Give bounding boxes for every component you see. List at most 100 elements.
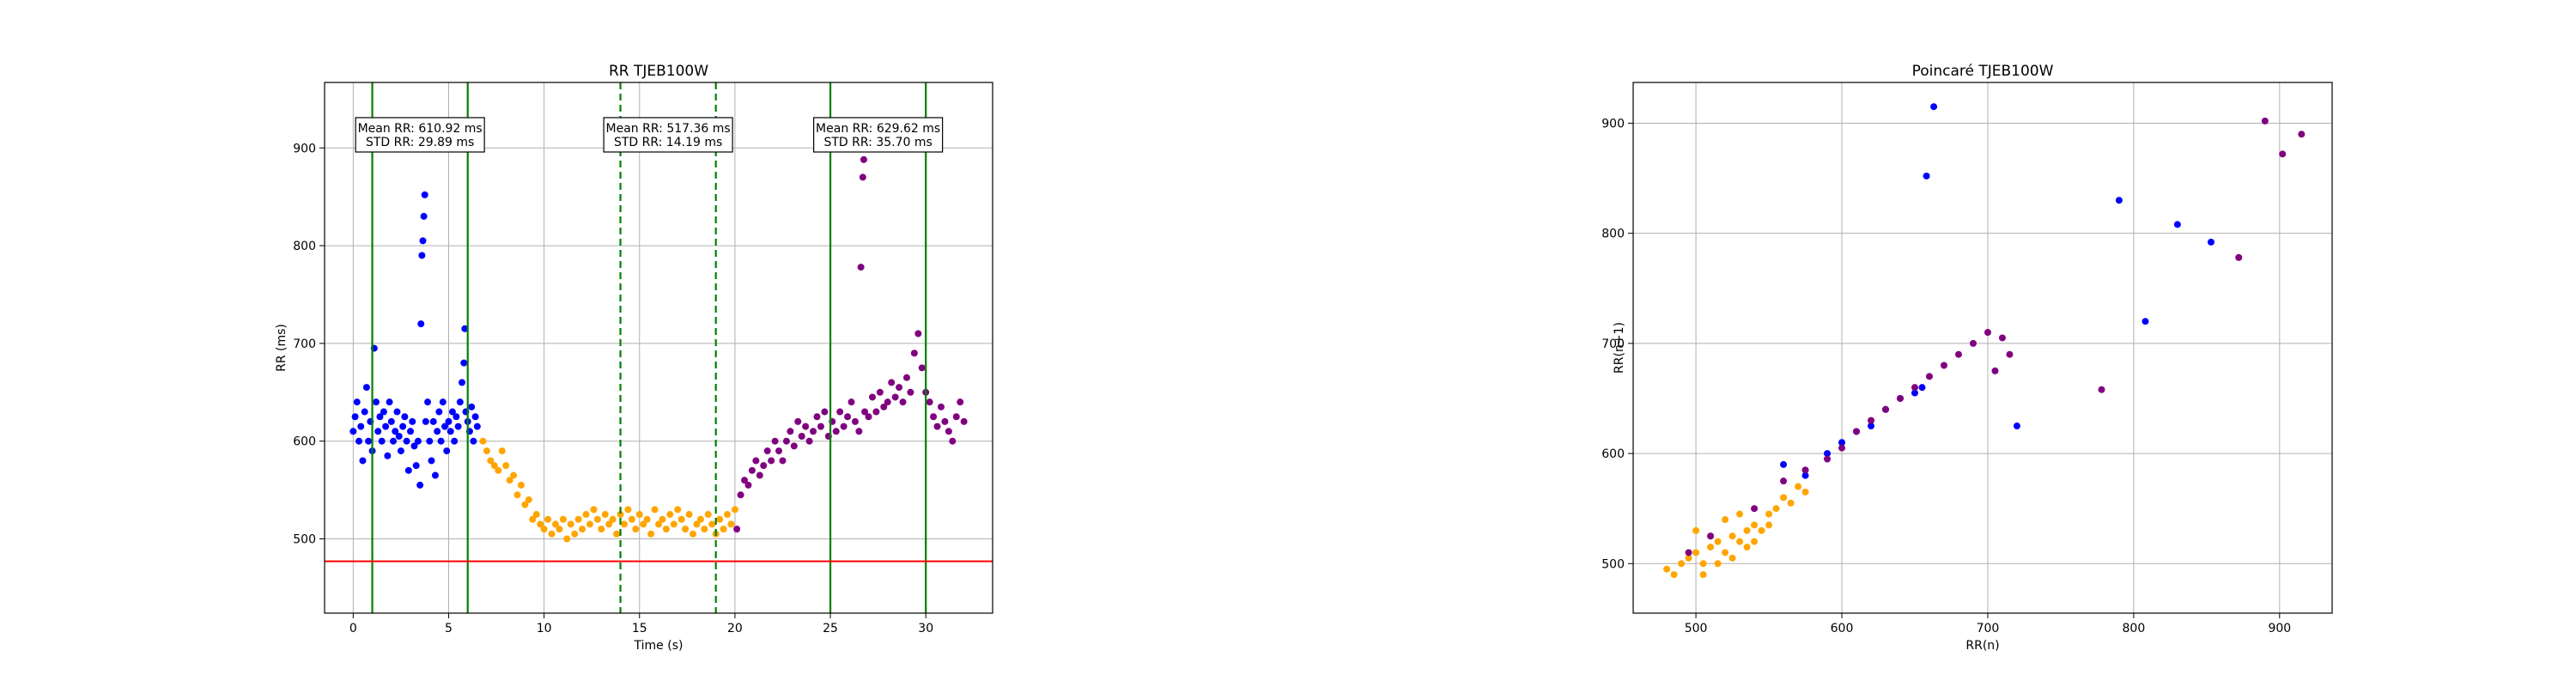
- rr-data-point: [373, 398, 380, 406]
- poincare-data-point: [1925, 373, 1933, 380]
- std-rr-text: STD RR: 35.70 ms: [823, 136, 932, 149]
- rr-data-point: [362, 384, 370, 392]
- poincare-data-point: [1736, 510, 1744, 518]
- rr-data-point: [930, 413, 938, 421]
- rr-data-point: [434, 428, 441, 435]
- rr-data-point: [380, 408, 387, 416]
- rr-data-point: [393, 408, 401, 416]
- rr-data-point: [771, 437, 779, 445]
- rr-data-point: [763, 447, 771, 455]
- poincare-data-point: [2013, 423, 2020, 430]
- rr-data-point: [756, 471, 763, 479]
- poincare-data-point: [1699, 560, 1707, 568]
- rr-data-point: [659, 515, 666, 523]
- poincare-y-tick-label: 800: [1601, 228, 1625, 241]
- rr-data-point: [435, 408, 443, 416]
- rr-y-tick-label: 600: [293, 435, 316, 449]
- poincare-data-point: [2298, 131, 2306, 138]
- rr-data-point: [395, 433, 403, 440]
- rr-data-point: [586, 520, 593, 528]
- poincare-data-point: [1801, 466, 1809, 474]
- rr-data-point: [473, 423, 481, 430]
- rr-x-tick-label: 15: [632, 622, 647, 635]
- rr-data-point: [571, 530, 579, 538]
- rr-data-point: [559, 515, 567, 523]
- rr-data-point: [960, 417, 968, 425]
- rr-data-point: [426, 437, 434, 445]
- poincare-data-point: [1969, 339, 1977, 347]
- poincare-data-point: [1663, 565, 1671, 573]
- rr-data-point: [403, 437, 410, 445]
- poincare-data-point: [1707, 544, 1715, 551]
- rr-data-point: [502, 462, 510, 470]
- rr-data-point: [798, 433, 805, 440]
- rr-data-point: [704, 511, 712, 519]
- poincare-data-point: [2098, 386, 2105, 393]
- rr-data-point: [556, 526, 563, 533]
- rr-data-point: [598, 526, 605, 533]
- rr-data-point: [439, 398, 447, 406]
- rr-data-point: [445, 417, 453, 425]
- rr-data-point: [907, 388, 914, 396]
- rr-data-point: [840, 423, 848, 430]
- poincare-data-point: [1765, 521, 1773, 529]
- poincare-x-tick-label: 900: [2268, 622, 2291, 635]
- rr-data-point: [479, 437, 487, 445]
- rr-data-point: [941, 417, 949, 425]
- rr-data-point: [949, 437, 957, 445]
- rr-data-point: [447, 428, 454, 435]
- rr-data-point: [437, 437, 445, 445]
- poincare-data-point: [1867, 416, 1874, 424]
- rr-data-point: [933, 423, 941, 430]
- poincare-data-point: [1751, 505, 1759, 513]
- rr-data-point: [414, 437, 422, 445]
- poincare-data-point: [1670, 571, 1678, 579]
- rr-data-point: [635, 511, 643, 519]
- rr-data-point: [397, 447, 404, 455]
- rr-data-point: [888, 379, 896, 386]
- rr-data-point: [353, 398, 361, 406]
- rr-data-point: [787, 428, 794, 435]
- rr-data-point: [855, 428, 863, 435]
- poincare-data-point: [2279, 150, 2287, 158]
- rr-data-point: [891, 393, 899, 401]
- rr-data-point: [813, 413, 821, 421]
- poincare-data-point: [1881, 405, 1889, 413]
- rr-data-point: [760, 462, 768, 470]
- rr-data-point: [613, 530, 621, 538]
- rr-data-point: [540, 526, 548, 533]
- std-rr-text: STD RR: 14.19 ms: [614, 136, 722, 149]
- poincare-data-point: [1795, 483, 1802, 490]
- rr-data-point: [563, 535, 571, 543]
- rr-data-point: [685, 511, 693, 519]
- rr-data-point: [737, 491, 744, 499]
- poincare-data-point: [1853, 428, 1861, 435]
- rr-data-point: [454, 423, 462, 430]
- rr-data-point: [421, 191, 428, 198]
- rr-data-point: [727, 520, 735, 528]
- poincare-data-point: [2207, 238, 2215, 246]
- rr-data-point: [810, 428, 817, 435]
- poincare-data-point: [1728, 532, 1736, 540]
- rr-data-point: [662, 526, 670, 533]
- rr-data-point: [420, 212, 428, 220]
- poincare-data-point: [1678, 560, 1686, 568]
- rr-data-point: [424, 398, 432, 406]
- rr-data-point: [620, 520, 628, 528]
- rr-data-point: [805, 437, 813, 445]
- rr-data-point: [848, 398, 855, 406]
- rr-data-point: [431, 471, 439, 479]
- rr-data-point: [884, 398, 891, 406]
- rr-data-point: [419, 237, 427, 245]
- rr-data-point: [456, 398, 464, 406]
- poincare-data-point: [1699, 571, 1707, 579]
- rr-data-point: [677, 515, 685, 523]
- rr-data-point: [453, 413, 460, 421]
- rr-data-point: [517, 481, 525, 489]
- rr-data-point: [483, 447, 490, 455]
- rr-data-point: [651, 506, 659, 514]
- poincare-data-point: [1692, 526, 1700, 534]
- poincare-x-tick-label: 700: [1977, 622, 2000, 635]
- rr-data-point: [451, 437, 459, 445]
- poincare-data-point: [1743, 544, 1751, 551]
